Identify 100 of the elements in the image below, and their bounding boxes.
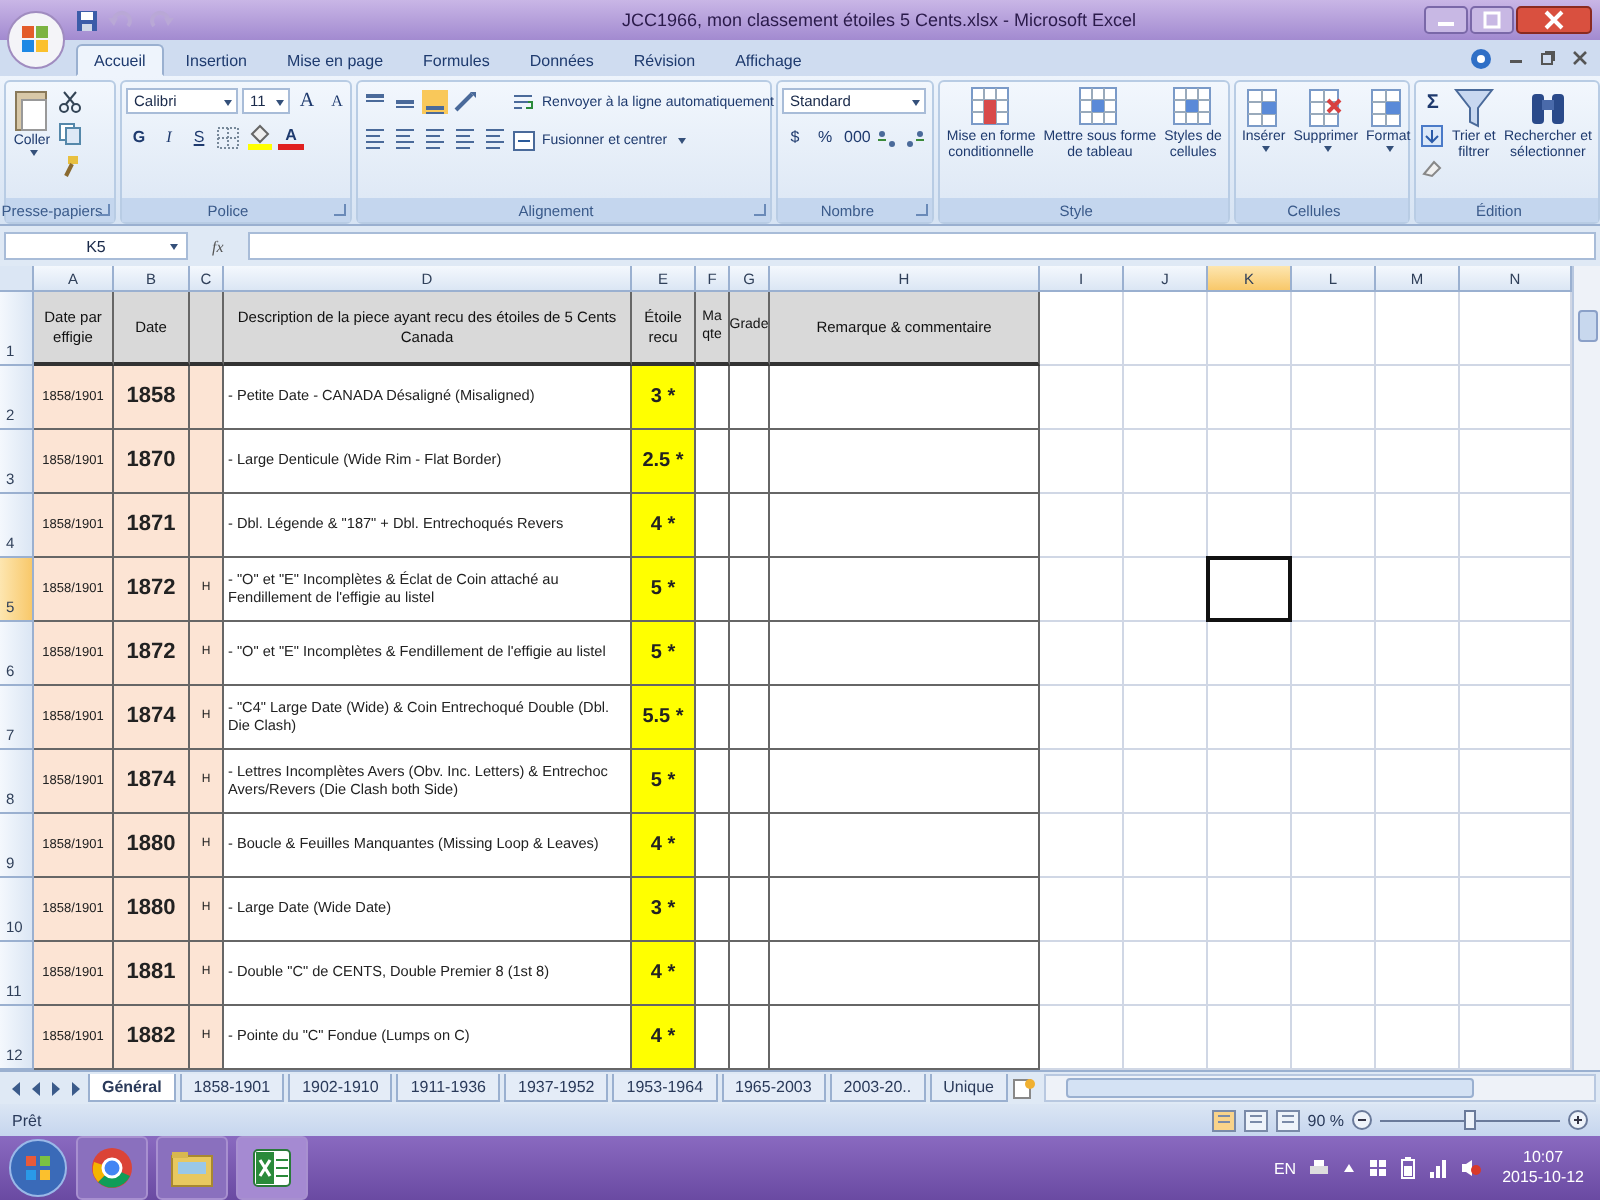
percent-button[interactable]: % <box>812 124 838 150</box>
align-lines-icon[interactable] <box>482 125 508 149</box>
thousands-button[interactable]: 000 <box>842 124 873 150</box>
flag-icon[interactable] <box>1368 1158 1389 1178</box>
empty-cell <box>1376 430 1460 494</box>
sheet-tab[interactable]: 1902-1910 <box>288 1074 393 1102</box>
caret-icon <box>170 244 178 250</box>
page-break-icon[interactable] <box>1275 1109 1300 1131</box>
align-lines-icon[interactable] <box>392 125 418 149</box>
decrease-decimal-icon[interactable] <box>904 125 929 149</box>
align-lines-icon[interactable] <box>422 89 448 113</box>
italic-button[interactable]: I <box>156 124 182 150</box>
sheet-tab[interactable]: Unique <box>929 1074 1008 1102</box>
empty-cell <box>730 750 770 814</box>
sheet-tab[interactable]: 1953-1964 <box>612 1074 718 1102</box>
sheet-tab[interactable]: 1858-1901 <box>179 1074 285 1102</box>
name-box[interactable]: K5 <box>4 232 188 260</box>
battery-icon[interactable] <box>1400 1156 1417 1180</box>
empty-cell <box>1292 686 1376 750</box>
minimize-button[interactable] <box>1424 6 1468 34</box>
ribbon-tab[interactable]: Formules <box>405 44 508 76</box>
align-lines-icon[interactable] <box>422 125 448 149</box>
tray-arrow-icon[interactable] <box>1342 1162 1357 1174</box>
empty-cell <box>1208 292 1292 366</box>
empty-cell <box>1292 558 1376 622</box>
restore-icon[interactable] <box>1540 50 1556 66</box>
page-layout-icon[interactable] <box>1243 1109 1268 1131</box>
empty-cell <box>1208 430 1292 494</box>
fill-down-icon[interactable] <box>1419 124 1444 148</box>
insert-function-button[interactable]: fx <box>196 237 240 255</box>
empty-cell <box>1208 878 1292 942</box>
align-lines-icon[interactable] <box>452 125 478 149</box>
taskbar-button[interactable] <box>76 1136 148 1200</box>
ribbon-tab[interactable]: Accueil <box>76 44 164 76</box>
empty-cell <box>1292 366 1376 430</box>
vertical-scrollbar[interactable] <box>1572 266 1600 1070</box>
table-cell: 1871 <box>114 494 190 558</box>
clock-time[interactable]: 10:07 <box>1523 1147 1564 1168</box>
font-color-button[interactable]: A <box>278 124 304 150</box>
wrap-text-icon <box>512 91 536 113</box>
zoom-level[interactable]: 90 % <box>1307 1111 1344 1129</box>
eraser-icon[interactable] <box>1419 156 1444 180</box>
sheet-tab[interactable]: 1937-1952 <box>504 1074 609 1102</box>
sheet-tab[interactable]: Général <box>88 1074 176 1102</box>
ribbon-tab[interactable]: Insertion <box>167 44 265 76</box>
table-cell: 4 * <box>632 1006 696 1070</box>
sheet-tab[interactable]: 1965-2003 <box>721 1074 826 1102</box>
bold-button[interactable]: G <box>126 124 152 150</box>
volume-icon[interactable] <box>1460 1158 1483 1178</box>
empty-cell <box>1040 814 1124 878</box>
autosum-button[interactable]: Σ <box>1419 90 1446 116</box>
ribbon-tab[interactable]: Données <box>511 44 612 76</box>
sheet-tab[interactable]: 1911-1936 <box>396 1074 500 1102</box>
empty-cell <box>1124 814 1208 878</box>
help-icon[interactable] <box>1470 47 1492 69</box>
status-text: Prêt <box>12 1111 42 1129</box>
clock-date[interactable]: 2015-10-12 <box>1502 1168 1584 1189</box>
scissors-icon[interactable] <box>58 90 82 114</box>
zoom-out-icon[interactable] <box>1352 1110 1372 1130</box>
align-lines-icon[interactable] <box>362 125 388 149</box>
empty-cell <box>1124 942 1208 1006</box>
signal-icon[interactable] <box>1428 1158 1449 1178</box>
underline-button[interactable]: S <box>186 124 212 150</box>
fill-color-icon[interactable] <box>246 124 274 150</box>
horizontal-scrollbar[interactable] <box>1043 1074 1596 1102</box>
increase-decimal-icon[interactable] <box>876 125 901 149</box>
dialog-launcher-icon[interactable] <box>98 204 110 216</box>
ribbon-tab[interactable]: Mise en page <box>268 44 402 76</box>
borders-icon[interactable] <box>216 125 242 149</box>
zoom-in-icon[interactable] <box>1568 1110 1588 1130</box>
spreadsheet-app-icon <box>252 1148 292 1188</box>
printer-icon[interactable] <box>1308 1158 1331 1178</box>
language-indicator[interactable]: EN <box>1273 1159 1297 1177</box>
empty-cell <box>1292 878 1376 942</box>
table-cell: 5 * <box>632 750 696 814</box>
normal-view-icon[interactable] <box>1211 1109 1236 1131</box>
close-button[interactable] <box>1516 6 1592 34</box>
shrink-font-button[interactable]: A <box>324 88 350 114</box>
save-icon[interactable] <box>76 9 98 31</box>
grow-font-button[interactable]: A <box>294 88 320 114</box>
formula-field[interactable] <box>247 232 1596 260</box>
table-cell: 4 * <box>632 494 696 558</box>
new-sheet-icon[interactable] <box>1011 1077 1036 1099</box>
taskbar-button[interactable] <box>156 1136 228 1200</box>
empty-cell <box>730 622 770 686</box>
table-cell <box>190 366 224 430</box>
start-button[interactable] <box>8 1138 68 1198</box>
zoom-slider[interactable] <box>1464 1109 1476 1129</box>
ribbon-tab[interactable]: Révision <box>615 44 714 76</box>
ribbon-tab[interactable]: Affichage <box>717 44 820 76</box>
taskbar-button[interactable] <box>236 1136 308 1200</box>
caret-icon <box>276 100 284 106</box>
sheet-tab[interactable]: 2003-20.. <box>829 1074 926 1102</box>
close-icon[interactable] <box>1572 50 1588 66</box>
currency-button[interactable]: $ <box>782 124 808 150</box>
table-cell: 5.5 * <box>632 686 696 750</box>
copy-icon[interactable] <box>58 122 82 146</box>
folder-icon <box>170 1148 214 1188</box>
maximize-button[interactable] <box>1470 6 1514 34</box>
table-cell: 1872 <box>114 558 190 622</box>
